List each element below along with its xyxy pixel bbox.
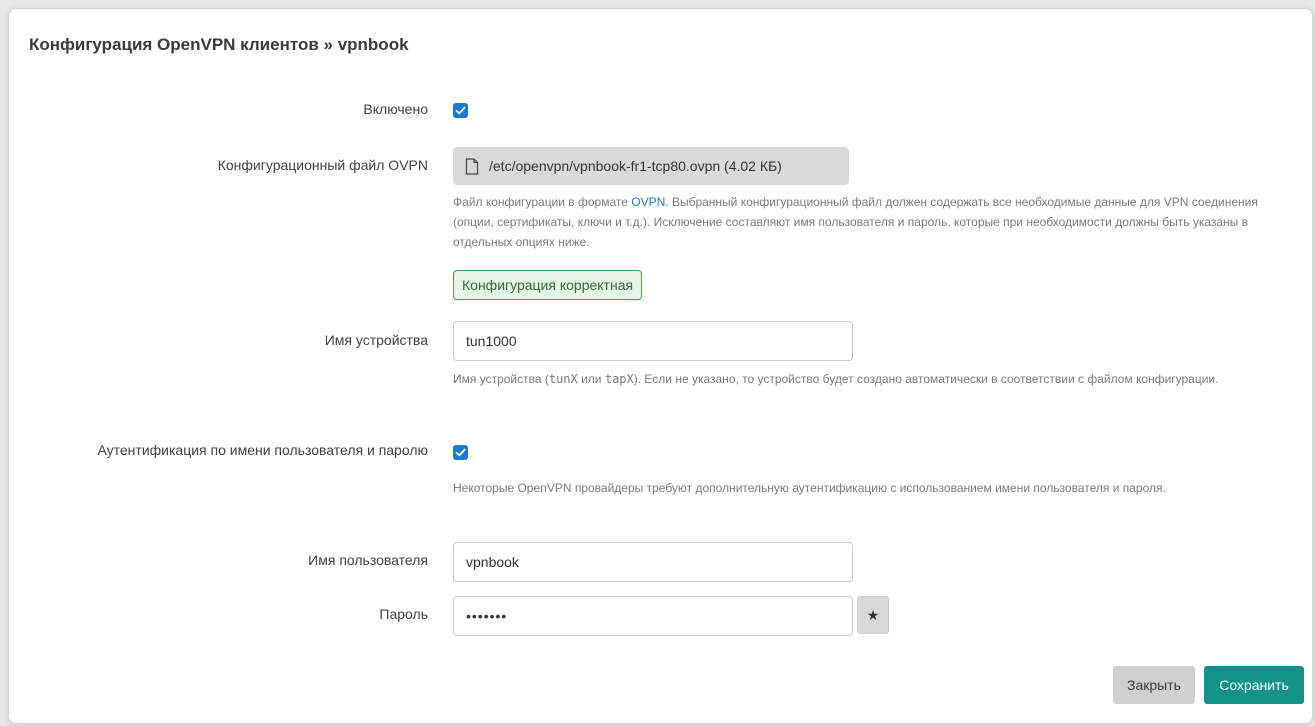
checkmark-icon xyxy=(455,448,466,457)
config-file-chip[interactable]: /etc/openvpn/vpnbook-fr1-tcp80.ovpn (4.0… xyxy=(453,147,849,185)
device-name-input[interactable] xyxy=(453,321,853,361)
checkmark-icon xyxy=(455,106,466,115)
device-help-text-2: или xyxy=(577,372,605,386)
config-valid-badge: Конфигурация корректная xyxy=(453,270,643,300)
auth-checkbox[interactable] xyxy=(453,445,468,460)
config-file-label: Конфигурационный файл OVPN xyxy=(217,157,428,173)
config-file-help-text: Файл конфигурации в формате xyxy=(453,195,632,209)
device-name-help: Имя устройства (tunX или tapX). Если не … xyxy=(453,369,1298,389)
star-icon: ★ xyxy=(866,606,880,623)
device-help-text-1: Имя устройства ( xyxy=(453,372,549,386)
file-icon xyxy=(465,157,479,175)
enabled-label: Включено xyxy=(363,101,428,117)
openvpn-client-dialog: Конфигурация OpenVPN клиентов » vpnbook … xyxy=(8,8,1313,724)
enabled-checkbox[interactable] xyxy=(453,103,468,118)
dialog-title: Конфигурация OpenVPN клиентов » vpnbook xyxy=(29,35,409,54)
username-input[interactable] xyxy=(453,542,853,582)
password-label: Пароль xyxy=(379,606,428,622)
config-file-path: /etc/openvpn/vpnbook-fr1-tcp80.ovpn (4.0… xyxy=(489,158,782,174)
device-help-code-tapx: tapX xyxy=(604,372,634,386)
auth-help: Некоторые OpenVPN провайдеры требуют доп… xyxy=(453,481,1166,495)
device-help-text-3: ). Если не указано, то устройство будет … xyxy=(633,372,1219,386)
ovpn-link[interactable]: OVPN xyxy=(631,195,665,209)
device-name-label: Имя устройства xyxy=(324,332,428,348)
auth-label: Аутентификация по имени пользователя и п… xyxy=(97,442,428,458)
config-file-help: Файл конфигурации в формате OVPN. Выбран… xyxy=(453,192,1298,252)
username-label: Имя пользователя xyxy=(308,552,428,568)
password-input[interactable] xyxy=(453,596,853,636)
save-button[interactable]: Сохранить xyxy=(1204,666,1304,704)
device-help-code-tunx: tunX xyxy=(548,372,578,386)
close-button[interactable]: Закрыть xyxy=(1113,666,1195,704)
reveal-password-button[interactable]: ★ xyxy=(857,596,889,634)
